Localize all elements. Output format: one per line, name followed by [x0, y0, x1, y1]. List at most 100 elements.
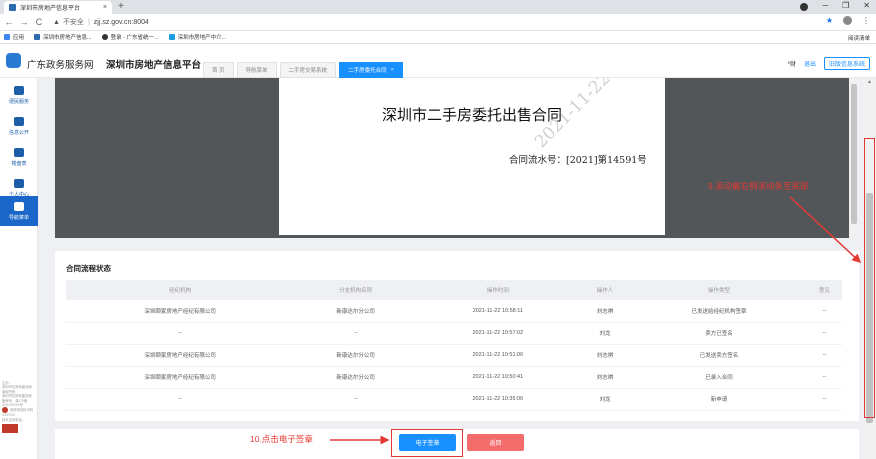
- pdf-scroll-thumb[interactable]: [851, 84, 857, 224]
- reading-list-button[interactable]: 阅读清单: [848, 34, 870, 42]
- page-tabs: 首 页 导航菜单 二手房交易系统 二手房委托合同 ×: [203, 62, 403, 78]
- back-button[interactable]: 返回: [467, 434, 524, 451]
- menu-kebab-icon[interactable]: ⋮: [862, 16, 870, 25]
- table-cell: 2021-11-22 10:50:41: [417, 366, 579, 389]
- table-cell: 刘志祺: [578, 300, 632, 323]
- new-tab-button[interactable]: +: [118, 1, 124, 12]
- pdf-viewer[interactable]: 深圳市二手房委托出售合同 合同流水号：[2021]第14591号 2021-11…: [55, 78, 859, 238]
- back-icon[interactable]: ←: [3, 17, 15, 27]
- table-row: -- -- 2021-11-22 10:57:02 刘龙 卖方已签名 --: [66, 322, 842, 345]
- gov-site-logo-icon[interactable]: [2, 424, 18, 434]
- table-cell: 卖方已签名: [631, 322, 807, 345]
- bookmark-item[interactable]: 深圳市房地产中介...: [168, 33, 227, 41]
- window-controls: ─ ❐ ✕: [800, 1, 870, 11]
- sidebar-item-label: 楼盘表: [11, 160, 27, 167]
- table-cell: 刘龙: [578, 322, 632, 345]
- table-row: 深圳颐家房地产经纪有限公司 新康达尔分公司 2021-11-22 10:51:0…: [66, 344, 842, 367]
- bookmark-label: 登录 - 广东省统一...: [110, 35, 159, 41]
- column-header: 操作时间: [417, 280, 579, 300]
- browser-tab[interactable]: 深圳市房地产信息平台 ×: [4, 1, 112, 14]
- tab-label: 二手房交易系统: [288, 68, 328, 74]
- footer-line: 技术支持电话：: [2, 417, 26, 422]
- brand-gov-service[interactable]: 广东政务服务网: [27, 57, 94, 71]
- building-icon: [14, 147, 24, 157]
- minimize-icon[interactable]: ─: [822, 1, 828, 11]
- bookmark-label: 深圳市房地产中介...: [177, 35, 227, 41]
- site-favicon-icon: [168, 34, 175, 40]
- flow-status-title: 合同流程状态: [66, 264, 111, 273]
- old-system-button[interactable]: 旧版信息系统: [823, 57, 870, 70]
- table-row: 深圳颐家房地产经纪有限公司 新康达尔分公司 2021-11-22 10:58:1…: [66, 300, 842, 323]
- url-text[interactable]: zjj.sz.gov.cn:8004: [94, 19, 149, 26]
- url-omnibox[interactable]: ▲ 不安全 | zjj.sz.gov.cn:8004: [53, 17, 149, 27]
- bookmark-item[interactable]: 登录 - 广东省统一...: [101, 33, 159, 41]
- header-user-area: *财 退出 旧版信息系统: [788, 57, 870, 70]
- table-cell: --: [806, 300, 842, 323]
- table-cell: --: [66, 322, 295, 345]
- browser-tab-title: 深圳市房地产信息平台: [20, 6, 81, 12]
- table-cell: 2021-11-22 10:51:06: [417, 344, 579, 367]
- table-cell: --: [806, 322, 842, 345]
- table-header-row: 经纪机构 分支机构名称 操作时间 操作人 操作类型 意见: [66, 280, 842, 300]
- scroll-up-icon[interactable]: ▲: [867, 79, 872, 85]
- table-cell: 已录入合同: [631, 366, 807, 389]
- tab-home[interactable]: 首 页: [203, 62, 234, 78]
- sidebar-item-navigation[interactable]: 导航菜单: [0, 196, 38, 226]
- sidebar-item-label: 信息公开: [8, 129, 29, 136]
- bookmark-star-icon[interactable]: ★: [826, 16, 833, 25]
- sidebar-item-buildings[interactable]: 楼盘表: [0, 142, 38, 172]
- table-cell: 2021-11-22 10:35:06: [417, 388, 579, 411]
- mail-icon: [14, 116, 24, 126]
- bookmark-item[interactable]: 深圳市房地产信息...: [34, 33, 92, 41]
- bookmark-label: 深圳市房地产信息...: [43, 35, 92, 41]
- browser-tab-bar: 深圳市房地产信息平台 × + ─ ❐ ✕: [0, 0, 876, 14]
- e-seal-button[interactable]: 电子签章: [399, 434, 456, 451]
- tab-secondhand-system[interactable]: 二手房交易系统: [279, 62, 337, 78]
- pdf-scrollbar[interactable]: [849, 78, 859, 238]
- brand-platform[interactable]: 深圳市房地产信息平台: [106, 57, 201, 71]
- table-cell: 2021-11-22 10:57:02: [417, 322, 579, 345]
- profile-icon[interactable]: [843, 16, 852, 25]
- close-window-icon[interactable]: ✕: [863, 1, 870, 11]
- table-cell: 刘志祺: [578, 366, 632, 389]
- site-favicon-icon: [34, 34, 41, 40]
- pdf-page: 深圳市二手房委托出售合同 合同流水号：[2021]第14591号 2021-11…: [279, 78, 665, 235]
- tab-entrust-contract[interactable]: 二手房委托合同 ×: [339, 62, 403, 78]
- table-cell: --: [294, 322, 417, 345]
- tab-close-icon[interactable]: ×: [391, 67, 394, 73]
- account-icon[interactable]: [800, 3, 809, 11]
- site-header: 广东政务服务网 深圳市房地产信息平台 首 页 导航菜单 二手房交易系统 二手房委…: [0, 44, 876, 78]
- document-title: 深圳市二手房委托出售合同: [381, 106, 562, 124]
- table-cell: --: [806, 344, 842, 367]
- tab-close-icon[interactable]: ×: [103, 4, 107, 11]
- contract-number: 合同流水号：[2021]第14591号: [509, 155, 647, 166]
- column-header: 意见: [806, 280, 842, 300]
- footer-line: 备案号：粤ICP备XXXXXXXX号: [2, 398, 28, 408]
- tab-nav-menu[interactable]: 导航菜单: [236, 62, 277, 78]
- scrollbar-highlight-box: [864, 138, 875, 418]
- forward-icon[interactable]: →: [18, 17, 30, 27]
- sidebar-item-info[interactable]: 信息公开: [0, 111, 38, 141]
- footer-badge-row: 政府网站标识码XXXXXX: [2, 407, 36, 417]
- column-header: 操作类型: [631, 280, 807, 300]
- column-header: 操作人: [578, 280, 632, 300]
- user-name: *财: [787, 62, 796, 68]
- globe-icon: [101, 34, 108, 40]
- column-header: 经纪机构: [66, 280, 295, 300]
- table-cell: 已发送给经纪机构签章: [631, 300, 807, 323]
- bookmark-apps[interactable]: 应用: [4, 33, 24, 41]
- address-bar-actions: ★ ⋮: [826, 16, 870, 25]
- table-cell: 深圳颐家房地产经纪有限公司: [66, 344, 295, 367]
- bookmarks-bar: 应用 深圳市房地产信息... 登录 - 广东省统一... 深圳市房地产中介...…: [0, 31, 876, 44]
- table-cell: 新申请: [631, 388, 807, 411]
- apps-grid-icon: [4, 34, 10, 40]
- reload-icon[interactable]: C: [33, 17, 45, 27]
- maximize-icon[interactable]: ❐: [842, 1, 849, 11]
- user-icon: [14, 178, 24, 188]
- table-cell: --: [66, 388, 295, 411]
- address-bar: ← → C ▲ 不安全 | zjj.sz.gov.cn:8004 ★ ⋮: [0, 14, 876, 31]
- sidebar-item-service[interactable]: 便民服务: [0, 80, 38, 110]
- table-cell: --: [294, 388, 417, 411]
- logout-link[interactable]: 退出: [804, 59, 816, 68]
- warning-icon: ▲: [53, 18, 60, 26]
